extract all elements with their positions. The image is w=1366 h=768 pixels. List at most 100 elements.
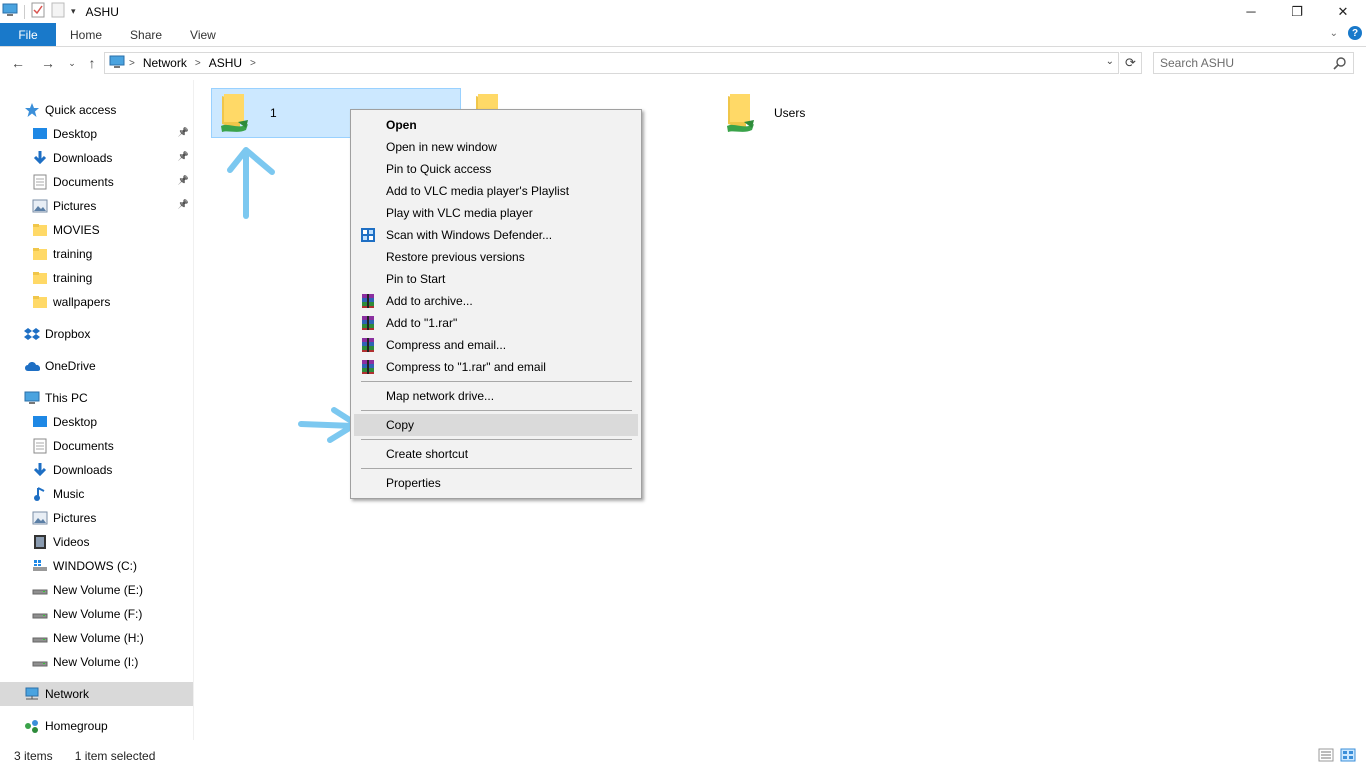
pin-icon[interactable]: 📌 [178,151,189,162]
tab-file[interactable]: File [0,23,56,46]
breadcrumb-separator[interactable]: > [195,58,201,69]
context-menu-separator [361,381,632,382]
breadcrumb-separator[interactable]: > [129,58,135,69]
sidebar-item[interactable]: Desktop [0,410,193,434]
context-menu-item[interactable]: Pin to Quick access [354,158,638,180]
large-icons-view-icon[interactable] [1340,748,1356,765]
context-menu-item[interactable]: Open in new window [354,136,638,158]
dropbox-icon [24,326,40,342]
context-menu-label: Compress and email... [386,338,507,352]
sidebar-item[interactable]: wallpapers [0,290,193,314]
sidebar-item[interactable]: Desktop 📌 [0,122,193,146]
ribbon-tabs: File Home Share View ⌄ ? [0,23,1366,47]
customize-toolbar-icon[interactable]: ▾ [71,6,76,17]
winrar-icon [360,359,376,375]
sidebar-item[interactable]: Quick access [0,98,193,122]
sidebar-item[interactable]: Documents 📌 [0,170,193,194]
forward-arrow-icon[interactable]: → [38,53,58,73]
tab-view[interactable]: View [176,23,230,46]
sidebar-item[interactable]: WINDOWS (C:) [0,554,193,578]
sidebar-item-label: This PC [45,391,88,405]
search-input[interactable]: Search ASHU [1153,52,1354,74]
sidebar-item-label: Documents [53,439,114,453]
recent-locations-icon[interactable]: ⌄ [62,53,82,73]
file-item-users[interactable]: Users [718,88,878,138]
context-menu-item[interactable]: Compress to "1.rar" and email [354,356,638,378]
computer-icon [109,55,125,72]
properties-icon[interactable] [31,2,45,21]
title-bar: ▾ ASHU ─ ❐ ✕ [0,0,1366,23]
sidebar-item[interactable]: Downloads [0,458,193,482]
sidebar-item[interactable]: Downloads 📌 [0,146,193,170]
context-menu-item[interactable]: Add to archive... [354,290,638,312]
drive-icon [32,606,48,622]
sidebar-item[interactable]: This PC [0,386,193,410]
context-menu-label: Properties [386,476,441,490]
desktop-icon [32,126,48,142]
sidebar-item-label: wallpapers [53,295,111,309]
context-menu-item[interactable]: Scan with Windows Defender... [354,224,638,246]
context-menu-item[interactable]: Play with VLC media player [354,202,638,224]
sidebar-item[interactable]: New Volume (I:) [0,650,193,674]
sidebar-item-label: OneDrive [45,359,96,373]
sidebar-item[interactable]: training [0,242,193,266]
sidebar-item[interactable]: Videos [0,530,193,554]
context-menu-item[interactable]: Properties [354,472,638,494]
pane-divider[interactable] [193,80,194,740]
context-menu-item[interactable]: Map network drive... [354,385,638,407]
sidebar-item[interactable]: Network [0,682,193,706]
context-menu-item[interactable]: Copy [354,414,638,436]
shared-folder-icon [218,90,250,137]
item-count: 3 items [14,749,53,763]
sidebar-item-label: Dropbox [45,327,91,341]
tab-share[interactable]: Share [116,23,176,46]
sidebar-item[interactable]: New Volume (E:) [0,578,193,602]
context-menu-item[interactable]: Restore previous versions [354,246,638,268]
sidebar-item[interactable]: Pictures [0,506,193,530]
sidebar-item[interactable]: training [0,266,193,290]
sidebar-item-label: New Volume (E:) [53,583,144,597]
tab-home[interactable]: Home [56,23,116,46]
folder-icon [32,222,48,238]
search-icon[interactable] [1333,56,1347,73]
breadcrumb-separator[interactable]: > [250,58,256,69]
context-menu-item[interactable]: Add to "1.rar" [354,312,638,334]
sidebar-item[interactable]: Homegroup [0,714,193,738]
sidebar-item[interactable]: OneDrive [0,354,193,378]
context-menu-label: Scan with Windows Defender... [386,228,553,242]
sidebar-item[interactable]: New Volume (F:) [0,602,193,626]
sidebar-item-label: New Volume (F:) [53,607,143,621]
breadcrumb-ashu[interactable]: ASHU [209,56,242,70]
new-folder-icon[interactable] [51,2,65,21]
address-dropdown-icon[interactable]: ⌄ [1106,56,1114,67]
sidebar-item[interactable]: Pictures 📌 [0,194,193,218]
refresh-button[interactable]: ⟳ [1120,52,1142,74]
window-title: ASHU [85,4,119,19]
context-menu-item[interactable]: Create shortcut [354,443,638,465]
pin-icon[interactable]: 📌 [178,199,189,210]
winrar-icon [360,315,376,331]
back-arrow-icon[interactable]: ← [8,53,28,73]
address-bar[interactable]: > Network > ASHU > ⌄ [104,52,1119,74]
breadcrumb-network[interactable]: Network [143,56,187,70]
up-arrow-icon[interactable]: ↑ [82,53,102,73]
sidebar-item[interactable]: Documents [0,434,193,458]
details-view-icon[interactable] [1318,748,1334,765]
sidebar-item[interactable]: Dropbox [0,322,193,346]
context-menu-item[interactable]: Add to VLC media player's Playlist [354,180,638,202]
help-icon[interactable]: ? [1348,26,1362,40]
videos-icon [32,534,48,550]
context-menu-item[interactable]: Compress and email... [354,334,638,356]
sidebar-item[interactable]: MOVIES [0,218,193,242]
restore-button[interactable]: ❐ [1274,0,1320,23]
context-menu-item[interactable]: Pin to Start [354,268,638,290]
expand-ribbon-icon[interactable]: ⌄ [1330,28,1338,39]
computer-icon[interactable] [2,3,18,20]
pin-icon[interactable]: 📌 [178,175,189,186]
pin-icon[interactable]: 📌 [178,127,189,138]
close-button[interactable]: ✕ [1320,0,1366,23]
sidebar-item[interactable]: New Volume (H:) [0,626,193,650]
context-menu-item[interactable]: Open [354,114,638,136]
sidebar-item[interactable]: Music [0,482,193,506]
minimize-button[interactable]: ─ [1228,0,1274,23]
